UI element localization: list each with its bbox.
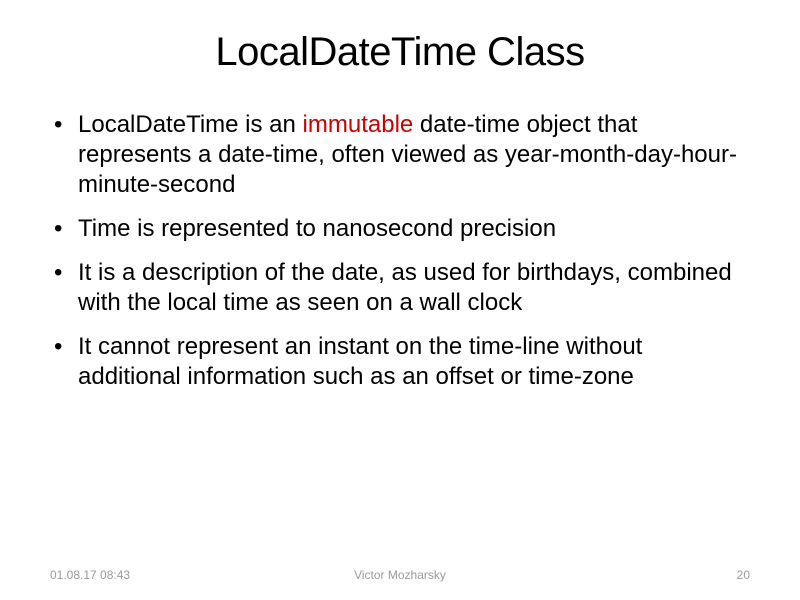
bullet-highlight: immutable [303,111,414,138]
bullet-text: It is a description of the date, as used… [78,259,732,316]
slide-title: LocalDateTime Class [50,30,750,75]
bullet-text-prefix: LocalDateTime is an [78,111,303,138]
footer-author: Victor Mozharsky [354,568,446,582]
footer: 01.08.17 08:43 Victor Mozharsky 20 [50,568,750,582]
slide: LocalDateTime Class LocalDateTime is an … [0,0,800,600]
footer-date: 01.08.17 08:43 [50,568,130,582]
bullet-list: LocalDateTime is an immutable date-time … [50,110,750,392]
footer-page: 20 [737,568,750,582]
bullet-text: It cannot represent an instant on the ti… [78,333,642,390]
bullet-text: Time is represented to nanosecond precis… [78,215,556,242]
bullet-item: It cannot represent an instant on the ti… [50,332,750,392]
bullet-item: LocalDateTime is an immutable date-time … [50,110,750,200]
bullet-item: Time is represented to nanosecond precis… [50,214,750,244]
bullet-item: It is a description of the date, as used… [50,258,750,318]
